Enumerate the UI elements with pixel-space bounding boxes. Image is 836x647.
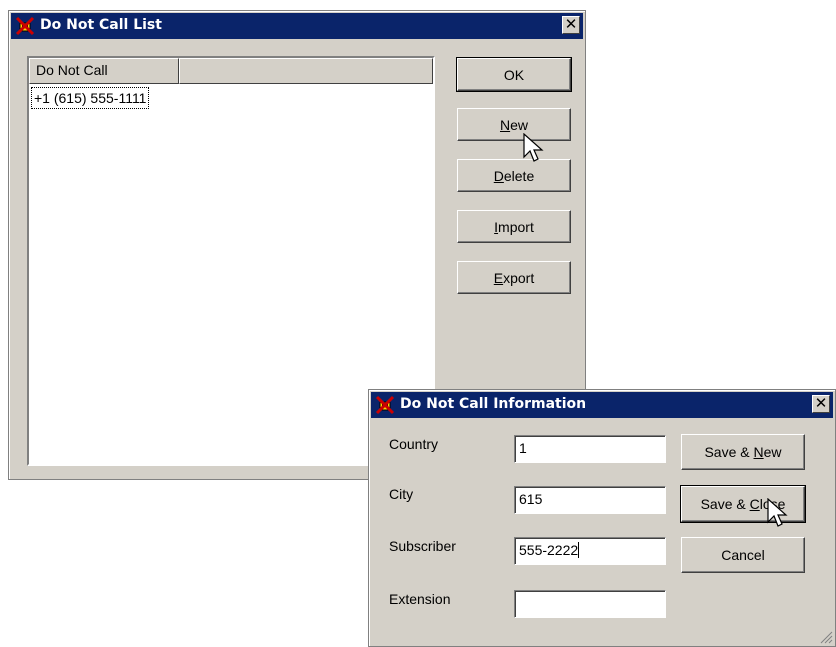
- city-field[interactable]: 615: [514, 486, 666, 514]
- extension-field[interactable]: [514, 590, 666, 618]
- subscriber-field[interactable]: 555-2222: [514, 537, 666, 565]
- city-value: 615: [519, 491, 543, 507]
- close-icon[interactable]: ✕: [562, 16, 580, 34]
- city-label: City: [389, 486, 414, 502]
- arrow-pointer-icon: [523, 133, 544, 162]
- save-and-new-label: Save & New: [704, 444, 782, 460]
- cancel-button-label: Cancel: [721, 547, 765, 563]
- country-value: 1: [519, 440, 527, 456]
- new-button-label: New: [499, 116, 529, 133]
- resize-grip-icon[interactable]: [819, 630, 833, 644]
- list-item[interactable]: +1 (615) 555-1111: [31, 87, 150, 109]
- list-header: Do Not Call: [29, 58, 433, 84]
- dialog-title: Do Not Call Information: [400, 396, 587, 412]
- export-button-label: Export: [493, 269, 535, 286]
- column-header-do-not-call[interactable]: Do Not Call: [29, 58, 179, 84]
- import-button[interactable]: Import: [457, 210, 571, 243]
- phone-prohibited-icon: [15, 16, 35, 36]
- arrow-pointer-icon: [767, 498, 788, 527]
- export-button[interactable]: Export: [457, 261, 571, 294]
- country-label: Country: [389, 436, 439, 452]
- new-button[interactable]: New: [457, 108, 571, 141]
- do-not-call-information-dialog: Do Not Call Information ✕ Country 1 City…: [368, 389, 836, 647]
- country-field[interactable]: 1: [514, 435, 666, 463]
- main-window-title: Do Not Call List: [40, 17, 162, 33]
- cancel-button[interactable]: Cancel: [681, 537, 805, 573]
- save-and-new-button[interactable]: Save & New: [681, 434, 805, 470]
- column-header-empty[interactable]: [179, 58, 433, 84]
- main-title-bar[interactable]: Do Not Call List ✕: [11, 13, 583, 39]
- extension-label: Extension: [389, 591, 451, 607]
- import-button-label: Import: [494, 218, 534, 235]
- close-icon[interactable]: ✕: [812, 395, 830, 413]
- subscriber-value: 555-2222: [519, 542, 579, 558]
- dialog-title-bar[interactable]: Do Not Call Information ✕: [371, 392, 833, 418]
- delete-button[interactable]: Delete: [457, 159, 571, 192]
- delete-button-label: Delete: [493, 167, 535, 184]
- subscriber-label: Subscriber: [389, 538, 456, 554]
- ok-button-label: OK: [503, 66, 525, 83]
- phone-prohibited-icon: [375, 395, 395, 415]
- ok-button[interactable]: OK: [456, 57, 572, 92]
- text-caret: [578, 542, 580, 558]
